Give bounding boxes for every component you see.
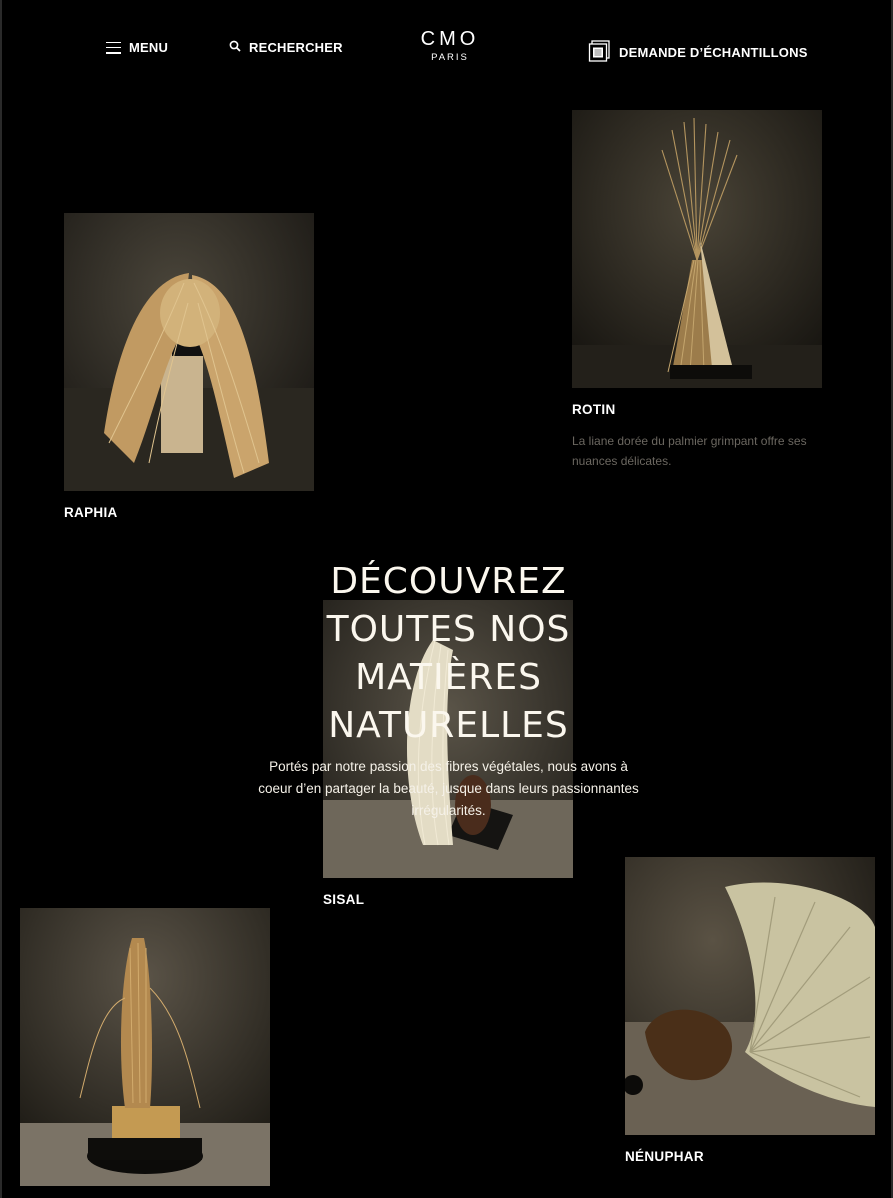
material-card-raphia[interactable]: RAPHIA xyxy=(64,213,314,520)
search-icon xyxy=(229,40,241,55)
sample-request-label: DEMANDE D’ÉCHANTILLONS xyxy=(619,45,808,60)
hamburger-icon xyxy=(106,41,121,54)
hero-description: Portés par notre passion des fibres végé… xyxy=(258,759,639,818)
hero-title-line: MATIÈRES xyxy=(355,657,542,698)
hero-title: DÉCOUVREZ TOUTES NOS MATIÈRES NATURELLES xyxy=(242,558,655,750)
material-description-rotin: La liane dorée du palmier grimpant offre… xyxy=(572,434,807,468)
sample-request-button[interactable]: DEMANDE D’ÉCHANTILLONS xyxy=(588,40,808,65)
nenuphar-photo[interactable] xyxy=(625,857,875,1135)
hero-section: DÉCOUVREZ TOUTES NOS MATIÈRES NATURELLES… xyxy=(242,558,655,822)
material-title-rotin[interactable]: ROTIN xyxy=(572,402,822,417)
menu-button[interactable]: MENU xyxy=(106,40,168,55)
material-title-raphia[interactable]: RAPHIA xyxy=(64,505,314,520)
logo[interactable]: CMO PARIS xyxy=(420,28,480,63)
search-button[interactable]: RECHERCHER xyxy=(229,40,343,55)
material-card-nenuphar[interactable]: NÉNUPHAR xyxy=(625,857,875,1164)
hero-title-line: TOUTES NOS xyxy=(326,609,571,650)
coco-photo[interactable] xyxy=(20,908,270,1186)
logo-sub: PARIS xyxy=(431,52,469,63)
search-label: RECHERCHER xyxy=(249,40,343,55)
sample-swatch-icon xyxy=(588,40,611,65)
logo-main: CMO xyxy=(420,28,480,50)
material-card-coco[interactable] xyxy=(20,908,270,1198)
material-title-nenuphar[interactable]: NÉNUPHAR xyxy=(625,1149,875,1164)
raphia-photo[interactable] xyxy=(64,213,314,491)
hero-title-line: NATURELLES xyxy=(328,705,569,746)
rotin-photo[interactable] xyxy=(572,110,822,388)
material-card-rotin[interactable]: ROTIN La liane dorée du palmier grimpant… xyxy=(572,110,822,471)
menu-label: MENU xyxy=(129,40,169,55)
hero-title-line: DÉCOUVREZ xyxy=(330,561,567,602)
material-title-sisal[interactable]: SISAL xyxy=(323,892,573,907)
page: MENU RECHERCHER CMO PARIS DEMANDE D’ÉCHA… xyxy=(0,0,893,1198)
